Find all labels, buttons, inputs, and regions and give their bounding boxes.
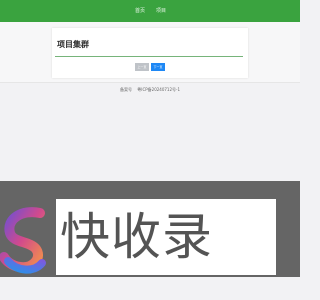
watermark-panel: 快收录 xyxy=(56,199,276,275)
nav-item-projects[interactable]: 项目 xyxy=(156,7,166,15)
prev-page-button[interactable]: 上一页 xyxy=(135,63,149,71)
nav-item-home[interactable]: 首页 xyxy=(135,7,145,15)
footer-label: 备案号 xyxy=(119,87,132,92)
footer: 备案号 粤ICP备20240712号-1 xyxy=(0,86,300,94)
title-underline xyxy=(55,56,243,57)
next-page-button[interactable]: 下一页 xyxy=(151,63,165,71)
top-navbar: 首页 项目 xyxy=(0,0,300,22)
watermark-text: 快收录 xyxy=(60,208,213,266)
icp-link[interactable]: 粤ICP备20240712号-1 xyxy=(137,87,180,92)
watermark-logo-icon xyxy=(0,207,46,274)
project-card: 项目集群 上一页 下一页 xyxy=(52,28,248,78)
watermark-overlay: 快收录 xyxy=(0,181,300,277)
page: 首页 项目 项目集群 上一页 下一页 备案号 粤ICP备20240712号-1 xyxy=(0,0,300,300)
page-title: 项目集群 xyxy=(57,40,89,49)
